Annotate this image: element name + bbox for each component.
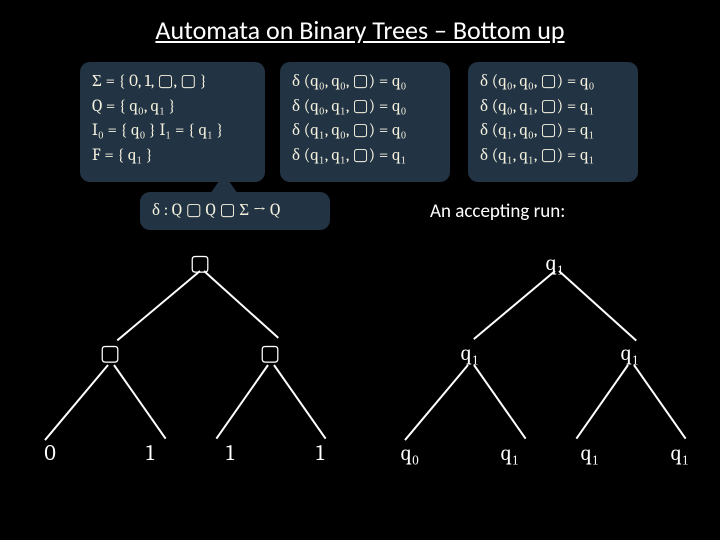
tree2-left: q₁ — [450, 340, 490, 366]
def-F: F = { q₁ } — [92, 144, 253, 169]
rule-2-4: δ (q₁, q₁, ▢) = q₁ — [480, 144, 626, 169]
tree2-leaf-2: q₁ — [570, 440, 610, 466]
tree1-leaf-2: 1 — [210, 440, 250, 466]
rule-2-3: δ (q₁, q₀, ▢) = q₁ — [480, 119, 626, 144]
tree2-root: q₁ — [535, 250, 575, 276]
def-sigma: Σ = { 0, 1, ▢, ▢ } — [92, 70, 253, 95]
tree1-leaf-1: 1 — [130, 440, 170, 466]
tree1-right: ▢ — [250, 340, 290, 366]
rule-1-3: δ (q₁, q₀, ▢) = q₀ — [292, 119, 438, 144]
def-I: I₀ = { q₀ } I₁ = { q₁ } — [92, 119, 253, 144]
tree1-left: ▢ — [90, 340, 130, 366]
page-title: Automata on Binary Trees – Bottom up — [0, 0, 720, 46]
tree2-leaf-3: q₁ — [660, 440, 700, 466]
rule-1-2: δ (q₀, q₁, ▢) = q₀ — [292, 95, 438, 120]
tree2-leaf-1: q₁ — [490, 440, 530, 466]
rules-panel-2: δ (q₀, q₀, ▢) = q₀ δ (q₀, q₁, ▢) = q₁ δ … — [468, 62, 638, 182]
tree-input: ▢ ▢ ▢ 0 1 1 1 — [10, 240, 360, 530]
rule-2-2: δ (q₀, q₁, ▢) = q₁ — [480, 95, 626, 120]
tree2-right: q₁ — [610, 340, 650, 366]
delta-signature-text: δ : Q ▢ Q ▢ Σ → Q — [152, 199, 280, 224]
rule-1-4: δ (q₁, q₁, ▢) = q₁ — [292, 144, 438, 169]
rules-panel-1: δ (q₀, q₀, ▢) = q₀ δ (q₀, q₁, ▢) = q₀ δ … — [280, 62, 450, 182]
accepting-run-label: An accepting run: — [430, 200, 565, 223]
def-Q: Q = { q₀, q₁ } — [92, 95, 253, 120]
rule-1-1: δ (q₀, q₀, ▢) = q₀ — [292, 70, 438, 95]
definitions-panel: Σ = { 0, 1, ▢, ▢ } Q = { q₀, q₁ } I₀ = {… — [80, 62, 265, 182]
tree1-root: ▢ — [180, 250, 220, 276]
tree-run: q₁ q₁ q₁ q₀ q₁ q₁ q₁ — [380, 240, 710, 530]
tree1-leaf-3: 1 — [300, 440, 340, 466]
rule-2-1: δ (q₀, q₀, ▢) = q₀ — [480, 70, 626, 95]
tree1-leaf-0: 0 — [30, 440, 70, 466]
delta-signature: δ : Q ▢ Q ▢ Σ → Q — [140, 192, 330, 230]
tree2-leaf-0: q₀ — [390, 440, 430, 466]
